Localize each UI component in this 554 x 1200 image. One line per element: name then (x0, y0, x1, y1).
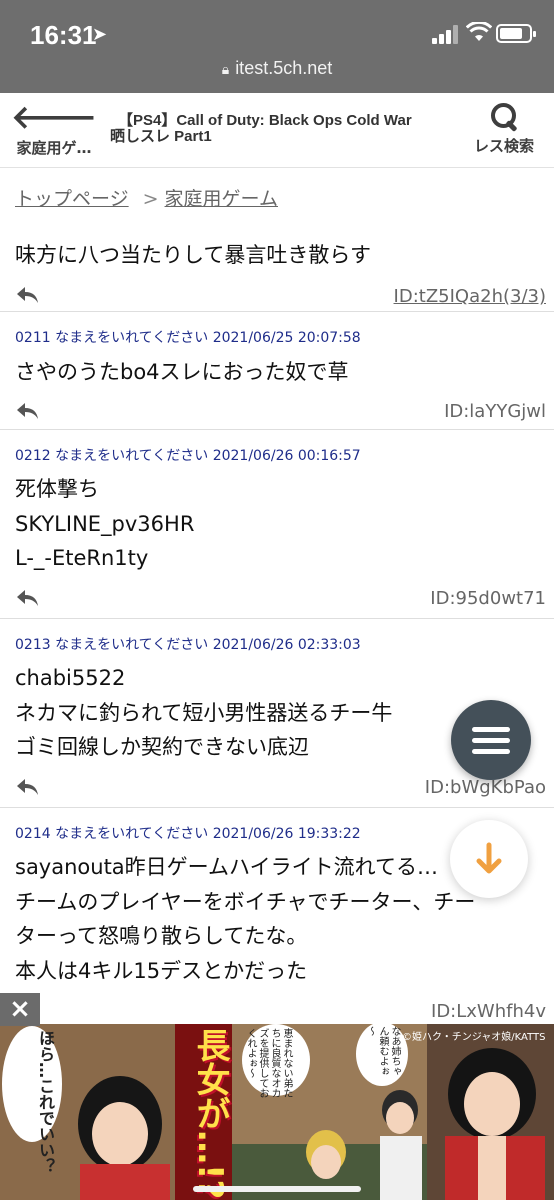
search-replies-button[interactable]: レス検索 (464, 99, 544, 156)
thread-header: 🡐 家庭用ゲ… 【PS4】Call of Duty: Black Ops Col… (0, 93, 554, 168)
post-line: ゴミ回線しか契約できない底辺 (15, 735, 309, 759)
reply-icon[interactable] (15, 587, 41, 609)
post-body: 死体撃ち SKYLINE_pv36HR L-_-EteRn1ty (15, 472, 194, 576)
location-icon: ➤ (92, 24, 108, 45)
thread-title-line2: 晒しスレ Part1 (110, 128, 212, 145)
post-line: 死体撃ち (15, 477, 99, 501)
post-body: sayanouta昨日ゲームハイライト流れてる… チームのプレイヤーをボイチャで… (15, 850, 475, 988)
post-0212: 0212 なまえをいれてください 2021/06/26 00:16:57 死体撃… (0, 431, 554, 619)
reply-icon[interactable] (15, 400, 41, 422)
ad-headline: 長女が…!? (190, 1028, 230, 1200)
ad-credit: ©姫ハク・チンジャオ娘/KATTS (402, 1032, 546, 1043)
breadcrumb-top-link[interactable]: トップページ (15, 188, 129, 210)
post-0211: 0211 なまえをいれてください 2021/06/25 20:07:58 さやの… (0, 313, 554, 430)
post-line: さやのうたbo4スレにおった奴で草 (15, 360, 349, 384)
post-meta: 0213 なまえをいれてください 2021/06/26 02:33:03 (15, 637, 361, 653)
post-line: chabi5522 (15, 666, 126, 690)
ad-bubble-middle: 恵まれない弟たちに良質なオカズを提供しておくれよぉ～ (245, 1028, 292, 1098)
post-user-id[interactable]: ID:laYYGjwl (444, 401, 546, 422)
home-indicator[interactable] (193, 1186, 361, 1192)
reply-icon[interactable] (15, 776, 41, 798)
breadcrumb: トップページ > 家庭用ゲーム (0, 168, 554, 218)
ad-bubble-left: ほら…これでいい？ (36, 1030, 55, 1174)
thread-title-line1: 【PS4】Call of Duty: Black Ops Cold War (118, 112, 412, 129)
post-line: ネカマに釣られて短小男性器送るチー牛 (15, 700, 393, 725)
post-line: ターって怒鳴り散らしてたな。 (15, 924, 308, 948)
scroll-down-button[interactable] (450, 820, 528, 898)
arrow-down-icon (476, 842, 502, 874)
ad-close-button[interactable]: × (0, 993, 40, 1026)
thread-title: 【PS4】Call of Duty: Black Ops Cold War 晒し… (110, 113, 440, 145)
post-line: チームのプレイヤーをボイチャでチーター、チー (15, 889, 476, 914)
post-meta: 0214 なまえをいれてください 2021/06/26 19:33:22 (15, 826, 361, 842)
post-body: 味方に八つ当たりして暴言吐き散らす (15, 238, 371, 273)
post-line: 味方に八つ当たりして暴言吐き散らす (15, 243, 371, 267)
post-user-id[interactable]: ID:bWgKbPao (425, 777, 546, 798)
search-icon (489, 99, 519, 133)
post-user-id[interactable]: ID:95d0wt71 (430, 588, 546, 609)
post-line: sayanouta昨日ゲームハイライト流れてる… (15, 855, 438, 879)
signal-icon (432, 24, 460, 44)
post-list: 味方に八つ当たりして暴言吐き散らす ID:tZ5IQa2h(3/3) 0211 … (0, 218, 554, 1023)
post-user-id[interactable]: ID:LxWhfh4v (431, 1001, 546, 1022)
clock: 16:31 (30, 20, 97, 50)
back-button[interactable]: 🡐 家庭用ゲ… (6, 99, 102, 158)
breadcrumb-category-link[interactable]: 家庭用ゲーム (165, 188, 278, 210)
status-bar: 16:31 ➤ 🔒︎ itest.5ch.net (0, 0, 554, 93)
post-body: chabi5522 ネカマに釣られて短小男性器送るチー牛 ゴミ回線しか契約できな… (15, 661, 392, 765)
post-clipped: 味方に八つ当たりして暴言吐き散らす ID:tZ5IQa2h(3/3) (0, 218, 554, 312)
post-line: 本人は4キル15デスとかだった (15, 958, 308, 983)
post-line: L-_-EteRn1ty (15, 546, 149, 570)
search-label: レス検索 (473, 137, 534, 155)
breadcrumb-separator: > (142, 188, 159, 210)
url-bar[interactable]: 🔒︎ itest.5ch.net (0, 58, 554, 79)
url-text: itest.5ch.net (235, 58, 333, 78)
post-body: さやのうたbo4スレにおった奴で草 (15, 355, 349, 390)
menu-button[interactable] (451, 700, 531, 780)
back-label: 家庭用ゲ… (16, 139, 92, 157)
wifi-icon (466, 22, 492, 41)
arrow-left-icon: 🡐 (11, 98, 97, 136)
ad-bubble-right: なあ姉ちゃん頼むよぉ～ (365, 1026, 400, 1076)
post-meta: 0211 なまえをいれてください 2021/06/25 20:07:58 (15, 330, 361, 346)
post-line: SKYLINE_pv36HR (15, 511, 195, 536)
battery-icon (496, 24, 536, 43)
reply-icon[interactable] (15, 284, 41, 306)
lock-icon: 🔒︎ (221, 61, 230, 77)
post-user-id[interactable]: ID:tZ5IQa2h(3/3) (394, 286, 546, 307)
post-meta: 0212 なまえをいれてください 2021/06/26 00:16:57 (15, 448, 361, 464)
ad-banner[interactable]: ほら…これでいい？ 長女が…!? 恵まれない弟たちに良質なオカズを提供しておくれ… (0, 1024, 554, 1200)
